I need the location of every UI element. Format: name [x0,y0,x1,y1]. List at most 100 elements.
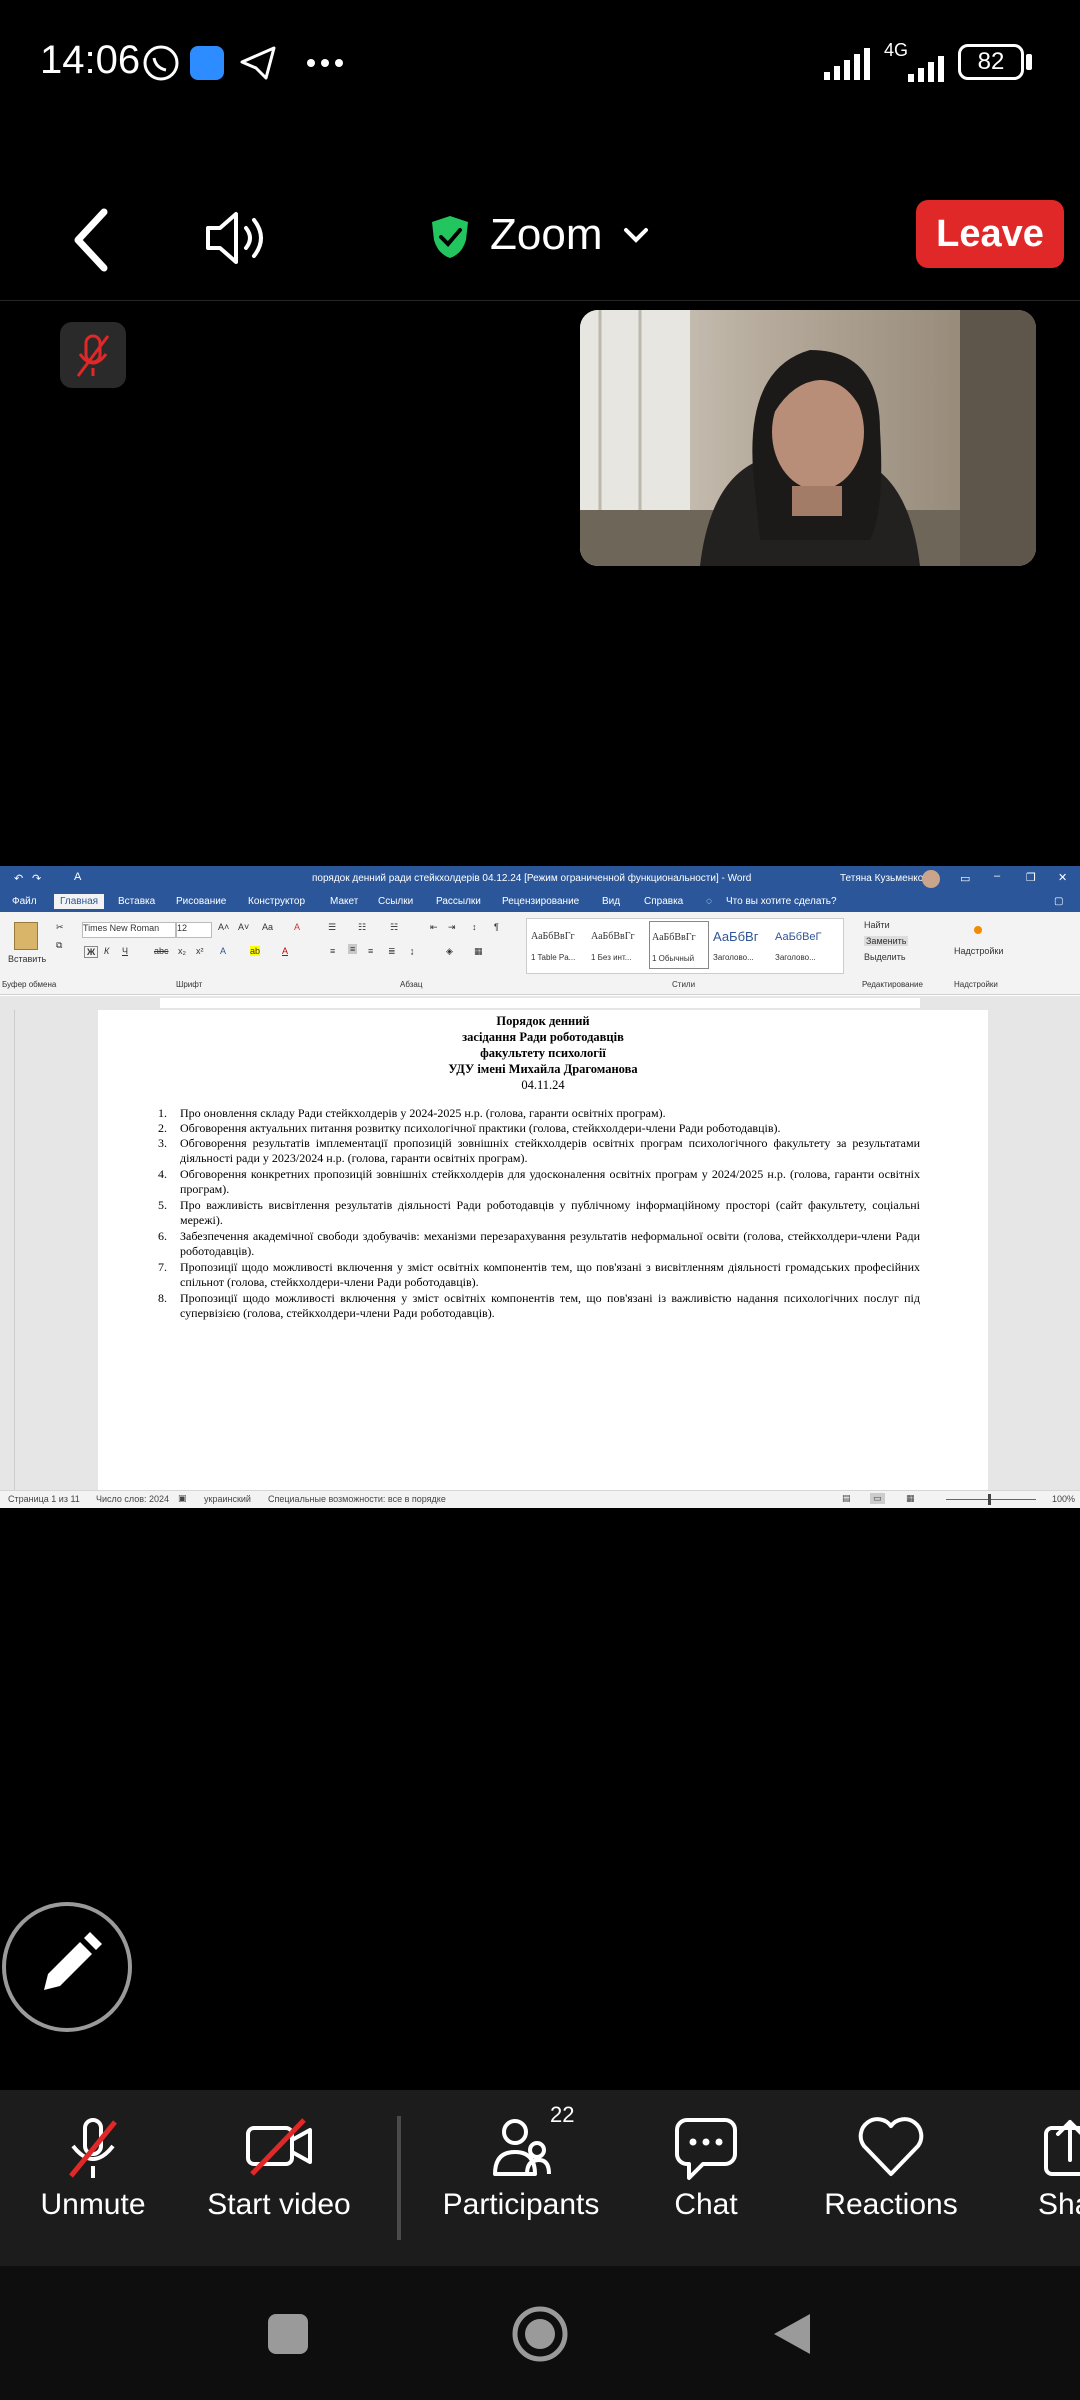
borders-icon[interactable]: ▦ [474,946,483,957]
reactions-button[interactable]: Reactions [816,2090,966,2266]
recents-icon[interactable] [268,2314,308,2354]
page-count[interactable]: Страница 1 из 11 [8,1494,80,1504]
numbering-icon[interactable]: ☷ [358,922,366,933]
sort-icon[interactable]: ↕ [472,922,477,932]
addins-button[interactable]: Надстройки [954,946,1003,956]
word-count[interactable]: Число слов: 2024 [96,1494,169,1504]
restore-icon[interactable]: ❐ [1026,871,1036,884]
addins-icon[interactable] [974,926,982,934]
align-left-icon[interactable]: ≡ [330,946,335,956]
zoom-percentage[interactable]: 100% [1052,1494,1075,1504]
format-painter-icon[interactable]: A [74,871,81,883]
change-case-icon[interactable]: Aa [262,922,273,932]
justify-icon[interactable]: ≣ [388,946,396,957]
ribbon-display-icon[interactable]: ▭ [960,872,970,885]
show-marks-icon[interactable]: ¶ [494,922,499,932]
increase-indent-icon[interactable]: ⇥ [448,922,456,933]
shading-icon[interactable]: ◈ [446,946,453,957]
back-icon[interactable] [770,2310,814,2358]
font-color-icon[interactable]: A [282,946,288,956]
user-avatar[interactable] [922,870,940,888]
chat-button[interactable]: Chat [656,2090,756,2266]
strikethrough-icon[interactable]: abc [154,946,169,956]
menu-mailings[interactable]: Рассылки [436,896,481,907]
minimize-icon[interactable]: – [994,870,1000,882]
chevron-down-icon[interactable] [622,226,650,246]
menu-layout[interactable]: Макет [330,896,358,907]
group-label-font: Шрифт [176,980,203,989]
menu-file[interactable]: Файл [12,896,37,907]
horizontal-ruler[interactable] [0,996,1080,1010]
signal-icon-2 [908,56,944,82]
align-right-icon[interactable]: ≡ [368,946,373,956]
cut-icon[interactable]: ✂ [56,922,64,933]
close-icon[interactable]: ✕ [1058,871,1067,884]
underline-icon[interactable]: Ч [122,946,128,956]
read-mode-icon[interactable]: ▤ [842,1493,851,1504]
select-button[interactable]: Выделить [864,952,906,962]
style-no-spacing[interactable]: АаБбВвГг 1 Без инт... [589,921,647,969]
menu-view[interactable]: Вид [602,896,620,907]
unmute-button[interactable]: Unmute [20,2090,166,2266]
line-spacing-icon[interactable]: ↨ [410,946,415,956]
italic-icon[interactable]: К [104,946,109,956]
paste-label[interactable]: Вставить [8,954,46,964]
proofing-icon[interactable]: ▣ [178,1493,187,1504]
speaker-icon[interactable] [204,208,270,268]
participant-video-thumbnail[interactable] [580,310,1036,566]
accessibility-status[interactable]: Специальные возможности: все в порядке [268,1494,446,1504]
back-chevron-icon[interactable] [70,208,110,272]
web-layout-icon[interactable]: ▦ [906,1493,915,1504]
paste-icon[interactable] [14,922,38,950]
replace-button[interactable]: Заменить [864,936,909,946]
grow-font-icon[interactable]: A˄ [218,922,229,932]
bold-icon[interactable]: Ж [84,946,99,958]
share-button[interactable]: Share [1036,2090,1080,2266]
document-page[interactable]: Порядок денний засідання Ради роботодавц… [98,1010,988,1490]
print-layout-icon[interactable]: ▭ [870,1493,885,1504]
menu-help[interactable]: Справка [644,896,683,907]
zoom-slider-thumb[interactable] [988,1494,991,1505]
menu-review[interactable]: Рецензирование [502,896,579,907]
shrink-font-icon[interactable]: A˅ [238,922,249,932]
document-canvas[interactable]: Порядок денний засідання Ради роботодавц… [0,1010,1080,1490]
leave-button[interactable]: Leave [916,200,1064,268]
participants-button[interactable]: 22 Participants [436,2090,606,2266]
annotate-button[interactable] [2,1902,132,2032]
meeting-title[interactable]: Zoom [490,210,602,260]
menu-draw[interactable]: Рисование [176,896,226,907]
find-button[interactable]: Найти [864,920,890,930]
style-heading-1[interactable]: АаБбВг Заголово... [711,921,771,969]
start-video-button[interactable]: Start video [196,2090,362,2266]
menu-references[interactable]: Ссылки [378,896,413,907]
decrease-indent-icon[interactable]: ⇤ [430,922,438,933]
comments-icon[interactable]: ▢ [1054,896,1063,907]
group-label-clipboard: Буфер обмена [2,980,57,989]
clear-formatting-icon[interactable]: A [294,922,300,932]
copy-icon[interactable]: ⧉ [56,940,62,951]
shared-screen[interactable]: ↶ ↷ A порядок денний ради стейкхолдерів … [0,866,1080,1508]
subscript-icon[interactable]: x₂ [178,946,186,956]
menu-home[interactable]: Главная [54,894,105,909]
menu-design[interactable]: Конструктор [248,896,305,907]
multilevel-list-icon[interactable]: ☵ [390,922,398,933]
redo-icon[interactable]: ↷ [32,872,41,885]
home-icon[interactable] [510,2304,570,2364]
zoom-slider[interactable] [946,1499,1036,1500]
style-normal[interactable]: АаБбВвГг 1 Обычный [649,921,709,969]
lightbulb-icon: ◌ [706,896,712,907]
tell-me-search[interactable]: Что вы хотите сделать? [726,896,837,907]
highlight-icon[interactable]: ab [250,946,261,956]
superscript-icon[interactable]: x² [196,946,204,956]
text-effects-icon[interactable]: A [220,946,226,956]
bullets-icon[interactable]: ☰ [328,922,336,933]
agenda-item: 4. Обговорення конкретних пропозицій зовн… [158,1167,920,1196]
style-table-paragraph[interactable]: АаБбВвГг 1 Table Pa... [529,921,587,969]
align-center-icon[interactable]: ≡ [348,944,358,954]
style-heading-2[interactable]: АаБбВеГ Заголово... [773,921,833,969]
font-size-select[interactable]: 12 [176,922,212,938]
language[interactable]: украинский [204,1494,251,1504]
font-name-select[interactable]: Times New Roman [82,922,176,938]
undo-icon[interactable]: ↶ [14,872,23,885]
menu-insert[interactable]: Вставка [118,896,155,907]
